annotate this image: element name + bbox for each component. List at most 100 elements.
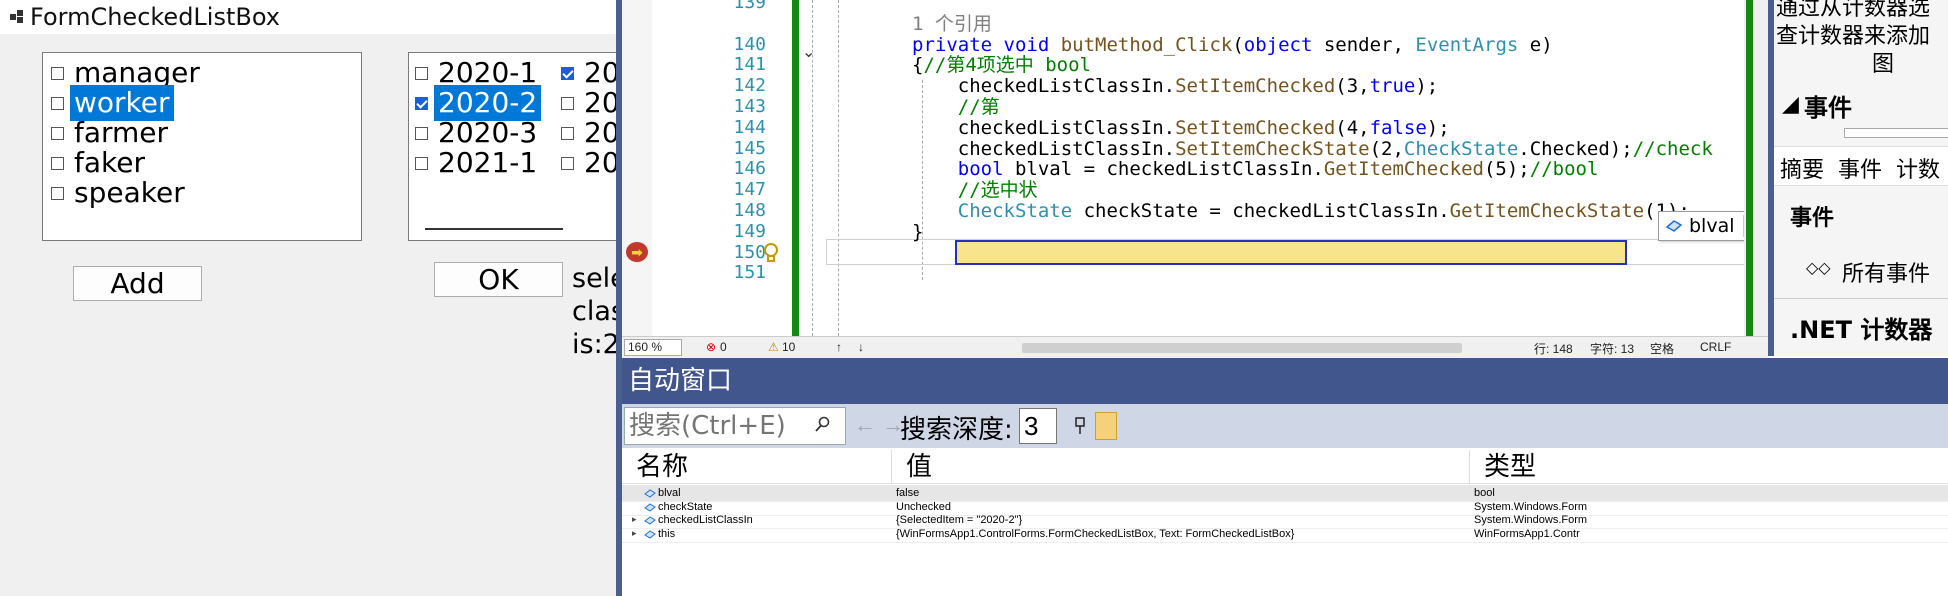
result-line: clas	[572, 296, 616, 327]
result-label: sele clas is:2	[572, 262, 616, 361]
checkbox[interactable]	[51, 186, 64, 200]
nav-up-icon[interactable]: ↑	[836, 340, 842, 354]
search-icon[interactable]	[814, 416, 830, 434]
all-events-link[interactable]: 所有事件	[1842, 256, 1930, 288]
hex-format-icon[interactable]	[1095, 412, 1117, 440]
tab-counters[interactable]: 计数	[1896, 152, 1940, 184]
result-line: sele	[572, 263, 616, 294]
editor-horizontal-scrollbar[interactable]	[1022, 343, 1462, 353]
autos-window: 自动窗口 ← → 搜索深度: 3 名称 值 类型 blval false bool c…	[622, 358, 1948, 596]
overview-ruler-changes	[1746, 0, 1753, 336]
cell-type: bool	[1474, 487, 1495, 499]
nav-down-icon[interactable]: ↓	[858, 340, 864, 354]
checkbox[interactable]	[561, 96, 574, 110]
cell-type: System.Windows.Form	[1474, 500, 1588, 513]
checkbox[interactable]	[415, 66, 428, 80]
zoom-dropdown[interactable]: 160 %	[624, 339, 682, 356]
error-count: 0	[720, 340, 727, 354]
expand-arrow-icon[interactable]: ▸	[632, 514, 637, 525]
role-item-label: speaker	[74, 176, 185, 209]
period-item[interactable]: 2021-1	[415, 145, 541, 181]
cell-value: {SelectedItem = "2020-2"}	[896, 514, 1023, 527]
cell-name: checkState	[658, 500, 713, 513]
period-col2-item[interactable]: 202	[561, 145, 616, 181]
checked-listbox-periods[interactable]: 2020-12020-22020-32021-1202202202202	[408, 52, 616, 241]
checkbox[interactable]	[415, 96, 428, 110]
cell-name: checkedListClassIn	[658, 514, 753, 527]
cell-type: WinFormsApp1.Contr	[1474, 527, 1580, 540]
autos-row[interactable]: ▸ this {WinFormsApp1.ControlForms.FormChec…	[622, 526, 1948, 543]
checkbox[interactable]	[51, 126, 64, 140]
form-title: FormCheckedListBox	[30, 3, 280, 31]
field-icon	[1665, 220, 1683, 232]
search-depth-label: 搜索深度:	[900, 415, 1013, 445]
code-editor[interactable]: 139 1 个引用 140 private void butMethod_Click(…	[622, 0, 1768, 336]
lightbulb-icon[interactable]	[762, 242, 780, 264]
collapse-triangle-icon[interactable]: ◢	[1782, 92, 1799, 117]
search-depth-select[interactable]: 3	[1019, 408, 1057, 444]
checkbox[interactable]	[415, 156, 428, 170]
column-value[interactable]: 值	[892, 450, 1470, 484]
checkbox[interactable]	[51, 96, 64, 110]
properties-panel: 通过从计数器选 查计数器来添加 图 ◢ 事件 摘要 事件 计数 事件 ◇◇ 所有…	[1768, 0, 1948, 356]
autos-grid-header: 名称 值 类型	[622, 450, 1948, 484]
events-slider[interactable]	[1844, 128, 1948, 138]
variable-icon	[644, 530, 656, 539]
period-col2-item-label: 202	[584, 146, 616, 179]
whitespace-indicator[interactable]: 空格	[1650, 340, 1674, 357]
form-window: FormCheckedListBox manager worker farmer fa…	[0, 0, 616, 596]
code-line[interactable]: 151	[622, 260, 1768, 286]
cell-value: Unchecked	[896, 500, 952, 513]
cell-value: false	[896, 487, 920, 499]
line-number: 151	[733, 262, 766, 284]
tab-summary[interactable]: 摘要	[1780, 152, 1824, 184]
search-nav-arrows[interactable]: ← →	[854, 412, 904, 438]
panel-description: 查计数器来添加	[1776, 24, 1931, 49]
form-titlebar[interactable]: FormCheckedListBox	[0, 0, 616, 34]
autos-toolbar: ← → 搜索深度: 3	[622, 404, 1948, 448]
warning-count: 10	[782, 340, 796, 354]
pin-icon[interactable]	[1072, 416, 1090, 436]
cell-name: blval	[658, 487, 681, 499]
checkbox[interactable]	[51, 156, 64, 170]
editor-status-bar: 160 % ⊗ 0 ⚠ 10 ↑ ↓ 行: 148 字符: 13 空格 CRLF	[622, 336, 1768, 358]
line-ending-indicator[interactable]: CRLF	[1700, 340, 1731, 354]
ok-button[interactable]: OK	[434, 262, 563, 297]
checkbox[interactable]	[561, 66, 574, 80]
form-app-icon	[10, 10, 24, 24]
variable-icon	[644, 516, 656, 525]
panel-description: 图	[1872, 52, 1895, 77]
error-icon[interactable]: ⊗	[706, 340, 716, 354]
events-glyph-icon: ◇◇	[1806, 258, 1831, 277]
line-indicator: 行: 148	[1534, 342, 1573, 356]
role-item[interactable]: speaker	[51, 175, 189, 211]
search-input[interactable]	[624, 407, 846, 445]
checkbox[interactable]	[415, 126, 428, 140]
checkbox[interactable]	[561, 156, 574, 170]
datatip-name: blval	[1689, 215, 1735, 237]
checked-listbox-roles[interactable]: manager worker farmer faker speaker	[42, 52, 362, 241]
dotnet-counters-title: .NET 计数器	[1790, 316, 1933, 344]
cell-value: {WinFormsApp1.ControlForms.FormCheckedLi…	[896, 527, 1295, 540]
variable-icon	[644, 502, 656, 512]
variable-icon	[644, 489, 656, 498]
checkbox[interactable]	[51, 66, 64, 80]
autos-title[interactable]: 自动窗口	[622, 358, 1948, 404]
checkbox[interactable]	[561, 126, 574, 140]
period-item-label: 2021-1	[438, 146, 538, 179]
cell-type: System.Windows.Form	[1474, 514, 1588, 527]
events-section-title: 事件	[1790, 206, 1835, 231]
column-name[interactable]: 名称	[622, 450, 892, 484]
column-type[interactable]: 类型	[1470, 450, 1948, 484]
cell-name: this	[658, 527, 676, 540]
listbox-hscrollbar[interactable]	[425, 228, 563, 230]
events-header: 事件	[1804, 94, 1852, 122]
breakpoint-arrow-icon[interactable]: ➡	[626, 242, 648, 262]
expand-arrow-icon[interactable]: ▸	[632, 528, 637, 539]
fold-chevron-icon[interactable]: ⌄	[802, 42, 815, 62]
warning-icon[interactable]: ⚠	[768, 340, 779, 354]
add-button[interactable]: Add	[73, 266, 202, 301]
result-line: is:2	[572, 329, 616, 360]
tab-events[interactable]: 事件	[1838, 152, 1882, 184]
char-indicator: 字符: 13	[1590, 342, 1635, 356]
